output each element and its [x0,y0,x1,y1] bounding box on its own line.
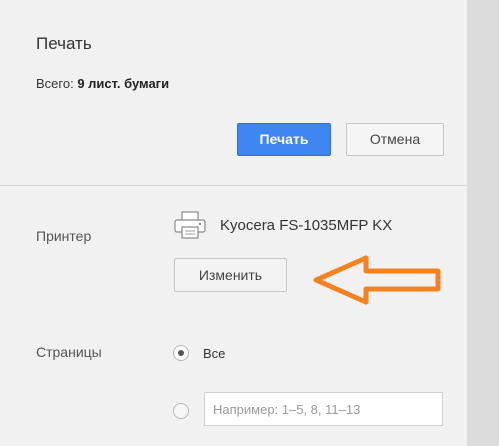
cancel-button[interactable]: Отмена [346,123,444,156]
printer-name: Kyocera FS-1035MFP KX [220,217,393,234]
preview-area-edge [467,0,499,446]
radio-selected-dot [178,350,184,356]
pages-all-label: Все [203,346,226,361]
sheet-summary: Всего: 9 лист. бумаги [36,76,169,91]
printer-label: Принтер [36,228,92,244]
print-button[interactable]: Печать [237,123,331,156]
pages-custom-radio[interactable] [173,403,189,419]
print-header: Печать Всего: 9 лист. бумаги Печать Отме… [0,0,467,186]
dialog-title: Печать [36,34,92,53]
summary-value: 9 лист. бумаги [77,76,170,91]
summary-prefix: Всего: [36,76,78,91]
orange-arrow-annotation [313,255,441,305]
pages-range-input[interactable] [204,392,443,426]
header-divider [0,185,467,186]
pages-label: Страницы [36,344,102,360]
print-settings-panel: Печать Всего: 9 лист. бумаги Печать Отме… [0,0,467,446]
pages-all-radio[interactable] [173,345,189,361]
change-printer-button[interactable]: Изменить [174,258,287,292]
printer-icon [174,211,206,239]
